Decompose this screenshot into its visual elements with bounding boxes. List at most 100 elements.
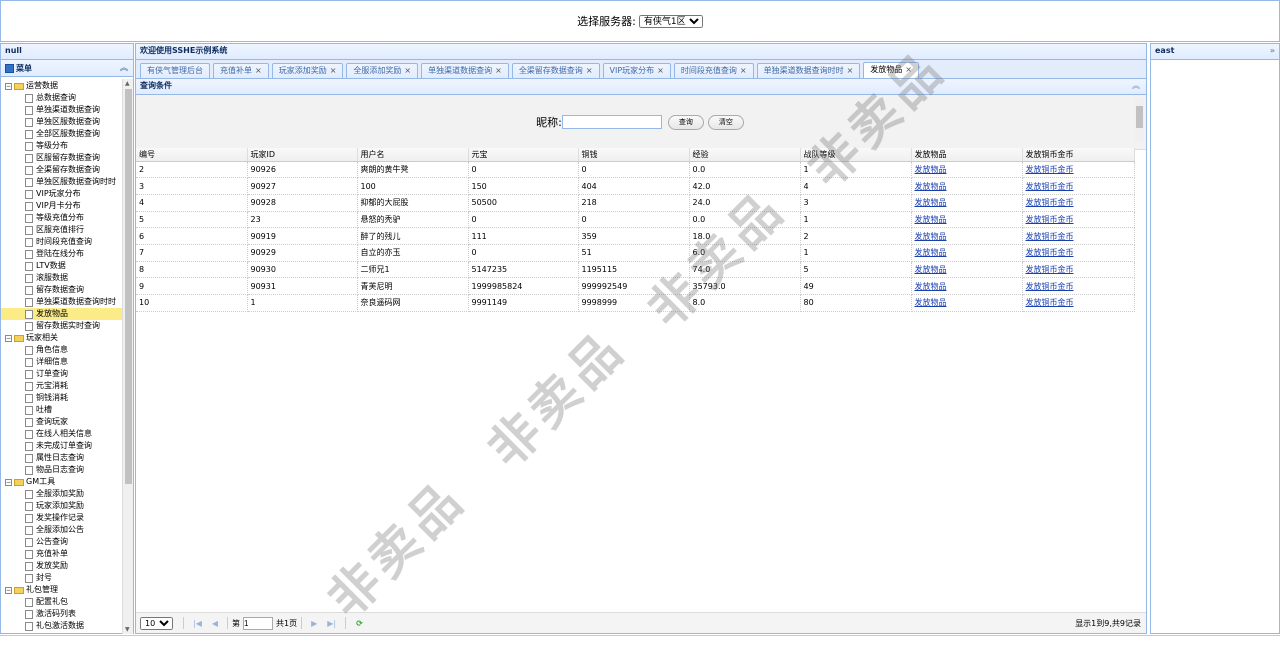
grant-item-link[interactable]: 发放物品 (915, 232, 947, 241)
tree-item[interactable]: 吐槽 (1, 404, 123, 416)
table-row[interactable]: 9 90931 青芙尼明 1999985824 999992549 35793.0 49 发放… (136, 277, 1135, 295)
grant-item-link[interactable]: 发放物品 (915, 182, 947, 191)
close-icon[interactable]: × (495, 66, 502, 75)
tree-item[interactable]: 封号 (1, 572, 123, 584)
tab[interactable]: 发放物品 × (863, 62, 919, 78)
tree-folder[interactable]: − GM工具 (1, 476, 123, 488)
collapse-toggle-icon[interactable]: − (5, 334, 12, 342)
grant-coin-link[interactable]: 发放铜币金币 (1026, 248, 1074, 257)
next-page-icon[interactable]: ▶ (311, 619, 317, 628)
tree-item[interactable]: 全渠留存数据查询 (1, 164, 123, 176)
tree-item[interactable]: 时间段充值查询 (1, 236, 123, 248)
tab[interactable]: 时间段充值查询 × (673, 63, 754, 78)
grant-coin-link[interactable]: 发放铜币金币 (1026, 232, 1074, 241)
table-row[interactable]: 5 23 悬怒的秃驴 0 0 0.0 1 发放物品 发放铜币金币 (136, 211, 1135, 229)
tree-item[interactable]: 发放物品 (1, 308, 123, 320)
grant-coin-link[interactable]: 发放铜币金币 (1026, 298, 1074, 307)
tree-item[interactable]: 查询玩家 (1, 416, 123, 428)
double-chevron-right-icon[interactable]: » (1270, 44, 1275, 58)
column-header[interactable]: 元宝 (468, 148, 579, 162)
clear-button[interactable]: 清空 (707, 114, 744, 130)
grant-coin-link[interactable]: 发放铜币金币 (1026, 198, 1074, 207)
collapse-toggle-icon[interactable]: − (5, 82, 12, 90)
scroll-up-icon[interactable]: ▲ (125, 80, 130, 87)
first-page-icon[interactable]: |◀ (193, 619, 202, 628)
table-row[interactable]: 2 90926 爽朗的黄牛凳 0 0 0.0 1 发放物品 发放铜币金币 (136, 161, 1135, 179)
tree-item[interactable]: VIP玩家分布 (1, 188, 123, 200)
close-icon[interactable]: × (740, 66, 747, 75)
tree-item[interactable]: 配置礼包 (1, 596, 123, 608)
close-icon[interactable]: × (847, 66, 854, 75)
column-header[interactable]: 用户名 (357, 148, 469, 162)
grant-item-link[interactable]: 发放物品 (915, 215, 947, 224)
tab[interactable]: 全渠留存数据查询 × (511, 63, 600, 78)
tree-item[interactable]: 铜钱消耗 (1, 392, 123, 404)
close-icon[interactable]: × (330, 66, 337, 75)
grant-item-link[interactable]: 发放物品 (915, 298, 947, 307)
table-row[interactable]: 6 90919 醉了的残儿 111 359 18.0 2 发放物品 发放铜币金币 (136, 227, 1135, 245)
tree-item[interactable]: 充值补单 (1, 548, 123, 560)
refresh-icon[interactable]: ⟳ (356, 619, 363, 628)
tree-item[interactable]: 单独渠道数据查询时时 (1, 296, 123, 308)
tree-item[interactable]: 发奖操作记录 (1, 512, 123, 524)
tree-item[interactable]: 礼包激活数据 (1, 620, 123, 632)
page-number-input[interactable] (243, 616, 274, 630)
menu-scrollbar[interactable]: ▲ ▼ (122, 79, 133, 634)
grant-item-link[interactable]: 发放物品 (915, 248, 947, 257)
tab[interactable]: 全服添加奖励 × (346, 63, 419, 78)
grant-coin-link[interactable]: 发放铜币金币 (1026, 215, 1074, 224)
grant-coin-link[interactable]: 发放铜币金币 (1026, 165, 1074, 174)
tree-item[interactable]: 玩家添加奖励 (1, 500, 123, 512)
close-icon[interactable]: × (905, 65, 912, 74)
tree-item[interactable]: 物品日志查询 (1, 464, 123, 476)
tree-item[interactable]: VIP月卡分布 (1, 200, 123, 212)
table-row[interactable]: 4 90928 抑郁的大屁股 50500 218 24.0 3 发放物品 发放铜币金币 (136, 194, 1135, 212)
tree-item[interactable]: 角色信息 (1, 344, 123, 356)
column-header[interactable]: 铜钱 (578, 148, 690, 162)
tree-item[interactable]: 详细信息 (1, 356, 123, 368)
scrollbar-thumb[interactable] (125, 89, 132, 484)
tree-item[interactable]: 全服添加奖励 (1, 488, 123, 500)
close-icon[interactable]: × (404, 66, 411, 75)
server-select[interactable]: 有侠气1区 (638, 14, 703, 28)
close-icon[interactable]: × (586, 66, 593, 75)
close-icon[interactable]: × (657, 66, 664, 75)
tree-item[interactable]: 留存数据实时查询 (1, 320, 123, 332)
collapse-toggle-icon[interactable]: − (5, 478, 12, 486)
tree-item[interactable]: 全服添加公告 (1, 524, 123, 536)
tree-item[interactable]: 全部区服数据查询 (1, 128, 123, 140)
column-header[interactable]: 发放物品 (911, 148, 1023, 162)
column-header[interactable]: 战队等级 (800, 148, 912, 162)
tree-item[interactable]: 发放奖励 (1, 560, 123, 572)
tree-item[interactable]: 等级分布 (1, 140, 123, 152)
column-header[interactable]: 发放铜币金币 (1022, 148, 1135, 162)
tab[interactable]: 单独渠道数据查询时时 × (756, 63, 861, 78)
collapse-icon[interactable]: ︽ (1132, 79, 1140, 93)
tab[interactable]: 单独渠道数据查询 × (421, 63, 509, 78)
tree-item[interactable]: 单独区服数据查询 (1, 116, 123, 128)
collapse-icon[interactable]: ︽ (120, 62, 128, 73)
tree-item[interactable]: 区服充值排行 (1, 224, 123, 236)
tab[interactable]: 充值补单 × (213, 63, 269, 78)
tree-item[interactable]: 公告查询 (1, 536, 123, 548)
tree-item[interactable]: 总数据查询 (1, 92, 123, 104)
tree-folder[interactable]: − 玩家相关 (1, 332, 123, 344)
tree-item[interactable]: 区服留存数据查询 (1, 152, 123, 164)
prev-page-icon[interactable]: ◀ (212, 619, 218, 628)
last-page-icon[interactable]: ▶| (327, 619, 336, 628)
table-row[interactable]: 10 1 奈良遥码网 9991149 9998999 8.0 80 发放物品 发放铜币金币 (136, 294, 1135, 312)
column-header[interactable]: 玩家ID (247, 148, 358, 162)
grant-coin-link[interactable]: 发放铜币金币 (1026, 282, 1074, 291)
grant-item-link[interactable]: 发放物品 (915, 282, 947, 291)
table-row[interactable]: 7 90929 自立的亦玉 0 51 6.0 1 发放物品 发放铜币金币 (136, 244, 1135, 262)
grant-coin-link[interactable]: 发放铜币金币 (1026, 182, 1074, 191)
tree-item[interactable]: 等级充值分布 (1, 212, 123, 224)
query-scrollbar[interactable] (1135, 97, 1144, 143)
tree-item[interactable]: 在线人相关信息 (1, 428, 123, 440)
tree-item[interactable]: 未完成订单查询 (1, 440, 123, 452)
table-row[interactable]: 8 90930 二师兄1 5147235 1195115 74.0 5 发放物品 发放铜币金币 (136, 261, 1135, 279)
grant-item-link[interactable]: 发放物品 (915, 165, 947, 174)
tree-item[interactable]: 登陆在线分布 (1, 248, 123, 260)
grant-item-link[interactable]: 发放物品 (915, 198, 947, 207)
tree-item[interactable]: LTV数据 (1, 260, 123, 272)
